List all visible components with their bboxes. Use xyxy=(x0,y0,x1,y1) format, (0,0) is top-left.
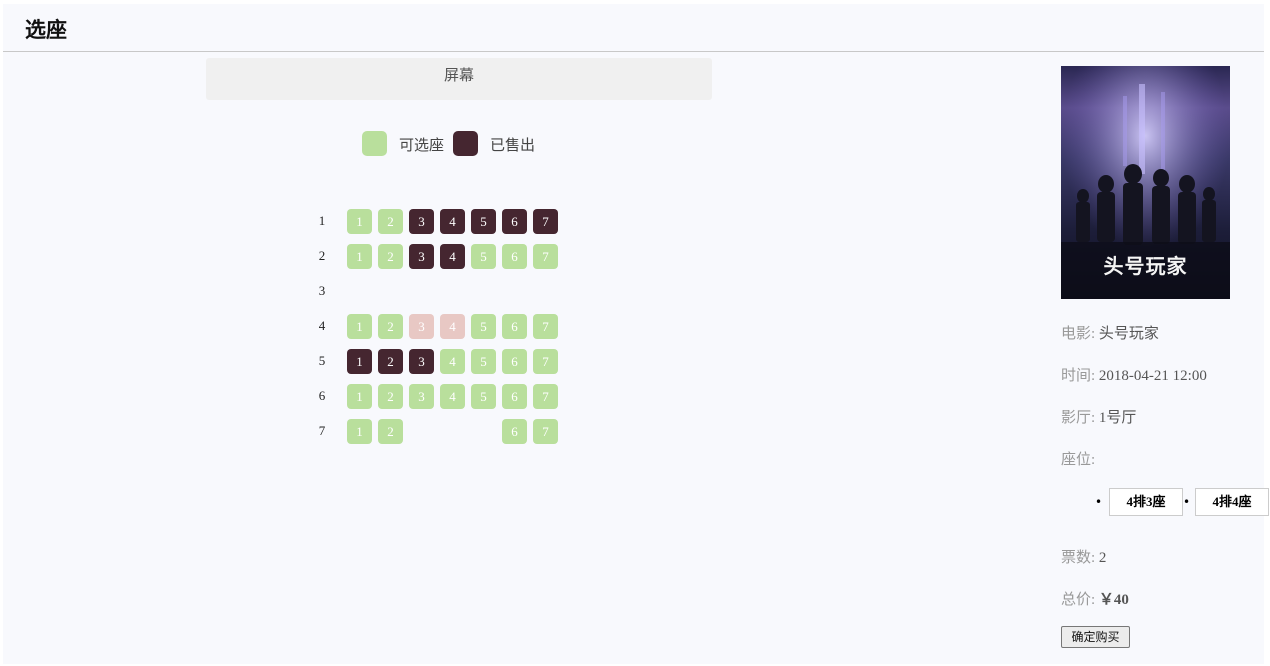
seat-available[interactable]: 1 xyxy=(347,314,372,339)
screen-bar: 屏幕 xyxy=(206,58,712,100)
legend-available-swatch xyxy=(362,131,387,156)
seat-sold: 1 xyxy=(347,349,372,374)
row-number: 1 xyxy=(318,213,326,228)
seat-available[interactable]: 7 xyxy=(533,384,558,409)
time-value: 2018-04-21 12:00 xyxy=(1098,368,1207,384)
seat-available[interactable]: 3 xyxy=(409,384,434,409)
screen-label: 屏幕 xyxy=(443,66,474,84)
seat-sold: 6 xyxy=(502,209,527,234)
page-title: 选座 xyxy=(25,17,67,42)
seat-available[interactable]: 2 xyxy=(378,314,403,339)
seat-available[interactable]: 6 xyxy=(502,419,527,444)
seat-available[interactable]: 7 xyxy=(533,314,558,339)
price-info: 总价: ￥40 xyxy=(1061,588,1129,609)
movie-poster: 头号玩家 xyxy=(1061,66,1230,299)
poster-title: 头号玩家 xyxy=(1103,254,1188,278)
seat-available[interactable]: 4 xyxy=(440,349,465,374)
seats-info: 座位: xyxy=(1061,448,1095,469)
movie-info: 电影: 头号玩家 xyxy=(1061,322,1159,343)
count-info: 票数: 2 xyxy=(1061,546,1106,567)
row-number: 6 xyxy=(318,388,326,403)
row-number: 3 xyxy=(318,283,326,298)
time-info: 时间: 2018-04-21 12:00 xyxy=(1061,364,1207,385)
seat-available[interactable]: 1 xyxy=(347,244,372,269)
row-number: 7 xyxy=(318,423,326,438)
seat-selected[interactable]: 4 xyxy=(440,314,465,339)
seat-available[interactable]: 7 xyxy=(533,419,558,444)
seat-available[interactable]: 6 xyxy=(502,314,527,339)
seat-available[interactable]: 1 xyxy=(347,384,372,409)
seat-sold: 3 xyxy=(409,244,434,269)
seat-available[interactable]: 5 xyxy=(471,349,496,374)
seat-available[interactable]: 1 xyxy=(347,209,372,234)
seat-available[interactable]: 5 xyxy=(471,314,496,339)
seat-available[interactable]: 1 xyxy=(347,419,372,444)
seat-available[interactable]: 2 xyxy=(378,244,403,269)
seat-sold: 7 xyxy=(533,209,558,234)
row-number: 4 xyxy=(318,318,326,333)
price-value: ￥40 xyxy=(1098,592,1129,608)
legend-sold-swatch xyxy=(453,131,478,156)
list-bullet: • xyxy=(1095,495,1103,509)
selected-seat-tag[interactable]: 4排3座 xyxy=(1109,488,1183,516)
time-label: 时间: xyxy=(1061,368,1096,384)
seat-available[interactable]: 6 xyxy=(502,244,527,269)
seat-sold: 3 xyxy=(409,209,434,234)
hall-info: 影厅: 1号厅 xyxy=(1061,406,1136,427)
movie-value: 头号玩家 xyxy=(1098,326,1159,342)
row-number: 2 xyxy=(318,248,326,263)
seat-available[interactable]: 4 xyxy=(440,384,465,409)
seat-available[interactable]: 5 xyxy=(471,244,496,269)
list-bullet: • xyxy=(1183,495,1191,509)
seat-available[interactable]: 6 xyxy=(502,349,527,374)
hall-value: 1号厅 xyxy=(1098,410,1137,426)
count-label: 票数: xyxy=(1061,550,1096,566)
seat-available[interactable]: 7 xyxy=(533,244,558,269)
price-label: 总价: xyxy=(1061,592,1096,608)
seat-sold: 4 xyxy=(440,244,465,269)
seat-selected[interactable]: 3 xyxy=(409,314,434,339)
legend-sold-label: 已售出 xyxy=(490,136,536,154)
seats-label: 座位: xyxy=(1061,452,1096,468)
count-value: 2 xyxy=(1098,550,1107,566)
confirm-purchase-button[interactable]: 确定购买 xyxy=(1061,626,1130,648)
seat-sold: 2 xyxy=(378,349,403,374)
seat-available[interactable]: 5 xyxy=(471,384,496,409)
hall-label: 影厅: xyxy=(1061,410,1096,426)
selected-seat-tag[interactable]: 4排4座 xyxy=(1195,488,1269,516)
row-number: 5 xyxy=(318,353,326,368)
seat-available[interactable]: 2 xyxy=(378,209,403,234)
seat-available[interactable]: 7 xyxy=(533,349,558,374)
seat-available[interactable]: 2 xyxy=(378,384,403,409)
movie-label: 电影: xyxy=(1061,326,1096,342)
legend-available-label: 可选座 xyxy=(399,136,445,154)
seat-available[interactable]: 2 xyxy=(378,419,403,444)
seat-sold: 5 xyxy=(471,209,496,234)
header: 选座 xyxy=(3,4,1264,52)
seat-available[interactable]: 6 xyxy=(502,384,527,409)
seat-sold: 3 xyxy=(409,349,434,374)
seat-sold: 4 xyxy=(440,209,465,234)
